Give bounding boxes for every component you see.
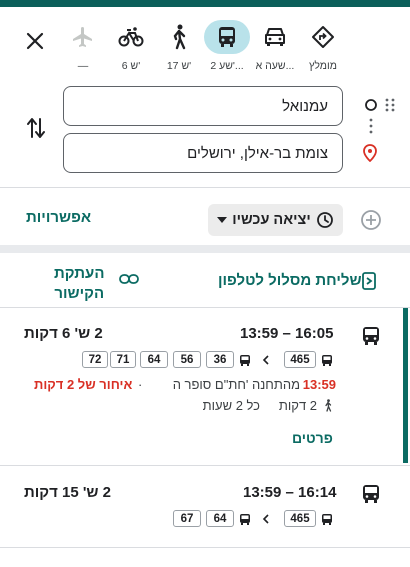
mode-walking-label: 17 ש' [166, 60, 192, 72]
add-circle-icon [361, 210, 381, 230]
transit-bus-icon [362, 326, 380, 351]
mode-cycling[interactable]: 6 ש' [108, 20, 154, 72]
mode-recommended[interactable]: מומלץ [300, 20, 346, 72]
destination-pin-icon [363, 144, 377, 167]
bus-line-chip: 56 [173, 351, 201, 368]
swap-vertical-icon [27, 118, 45, 138]
travel-mode-bar: — 6 ש' 17 ש' 2 שע'... שעה א... מומלץ [0, 20, 410, 80]
bus-small-icon [240, 355, 250, 366]
mode-cycling-label: 6 ש' [121, 60, 141, 72]
add-stop-button[interactable] [360, 209, 382, 236]
result-time-range: 13:59 – 16:14 [243, 484, 337, 501]
bus-line-chip: 64 [206, 510, 234, 527]
result-duration: 2 ש' 15 דקות [24, 484, 112, 501]
copy-link-label-1: העתקת [54, 265, 105, 282]
bicycle-icon [118, 27, 144, 47]
bus-line-chip: 465 [284, 351, 316, 368]
details-link[interactable]: פרטים [292, 430, 333, 446]
mode-recommended-label: מומלץ [309, 60, 337, 72]
separator-dot: · [138, 377, 143, 392]
walking-small-icon [325, 399, 332, 412]
destination-input[interactable]: צומת בר-אילן, ירושלים [63, 133, 343, 173]
result-divider [0, 547, 410, 548]
bus-small-icon [240, 514, 250, 525]
copy-link-button[interactable]: העתקת הקישור [54, 264, 104, 304]
transit-bus-icon [219, 27, 235, 47]
route-result-2[interactable]: 13:59 – 16:14 2 ש' 15 דקות 465 64 67 [0, 466, 410, 546]
options-link[interactable]: אפשרויות [26, 209, 91, 226]
depart-label: יציאה עכשיו [232, 212, 311, 228]
bus-small-icon [322, 355, 332, 366]
bus-line-chip: 72 [82, 351, 108, 368]
bus-line-chip: 67 [173, 510, 201, 527]
top-accent-bar [0, 0, 410, 7]
car-icon [265, 28, 285, 46]
section-separator [0, 245, 410, 253]
mode-flight-label: — [77, 60, 89, 72]
clock-icon [316, 212, 333, 228]
swap-button[interactable] [26, 117, 46, 144]
delay-badge: איחור של 2 דקות [34, 377, 133, 392]
mode-driving-label: שעה א... [255, 60, 295, 72]
chevron-left-icon [262, 514, 269, 524]
bus-line-chip: 36 [206, 351, 234, 368]
transit-bus-icon [362, 484, 380, 509]
send-to-phone-button[interactable]: שליחת מסלול לטלפון [218, 272, 362, 289]
origin-circle-icon [364, 98, 378, 117]
header-divider [0, 187, 410, 188]
mode-flight[interactable]: — [60, 20, 106, 72]
bus-line-chip: 64 [140, 351, 168, 368]
departure-time: 13:59 [303, 377, 336, 392]
route-result-1[interactable]: 13:59 – 16:05 2 ש' 6 דקות 465 36 56 64 7… [0, 308, 410, 465]
result-time-range: 13:59 – 16:05 [240, 325, 334, 342]
result-duration: 2 ש' 6 דקות [24, 325, 103, 342]
bus-small-icon [322, 514, 332, 525]
bus-line-chip: 465 [284, 510, 316, 527]
copy-link-label-2: הקישור [54, 285, 105, 302]
dropdown-arrow-icon [217, 217, 228, 223]
link-icon [119, 272, 139, 290]
send-to-phone-icon [362, 272, 376, 295]
walking-icon [173, 24, 186, 50]
airplane-icon [73, 27, 92, 47]
route-dots-icon [369, 118, 373, 139]
directions-diamond-icon [312, 26, 334, 48]
origin-input[interactable]: עמנואל [63, 86, 343, 126]
mode-walking[interactable]: 17 ש' [156, 20, 202, 72]
drag-handle-icon[interactable] [385, 98, 395, 117]
mode-driving[interactable]: שעה א... [252, 20, 298, 72]
depart-time-button[interactable]: יציאה עכשיו [208, 204, 343, 236]
bus-line-chip: 71 [110, 351, 136, 368]
walk-duration: 2 דקות [278, 398, 317, 413]
mode-transit[interactable]: 2 שע'... [204, 20, 250, 72]
frequency: כל 2 שעות [202, 398, 260, 413]
mode-transit-label: 2 שע'... [210, 60, 244, 72]
departure-stop: מהתחנה 'חת"ם סופר ה [172, 377, 300, 392]
departure-time-value: 13:59 [302, 377, 336, 392]
chevron-left-icon [262, 355, 269, 365]
